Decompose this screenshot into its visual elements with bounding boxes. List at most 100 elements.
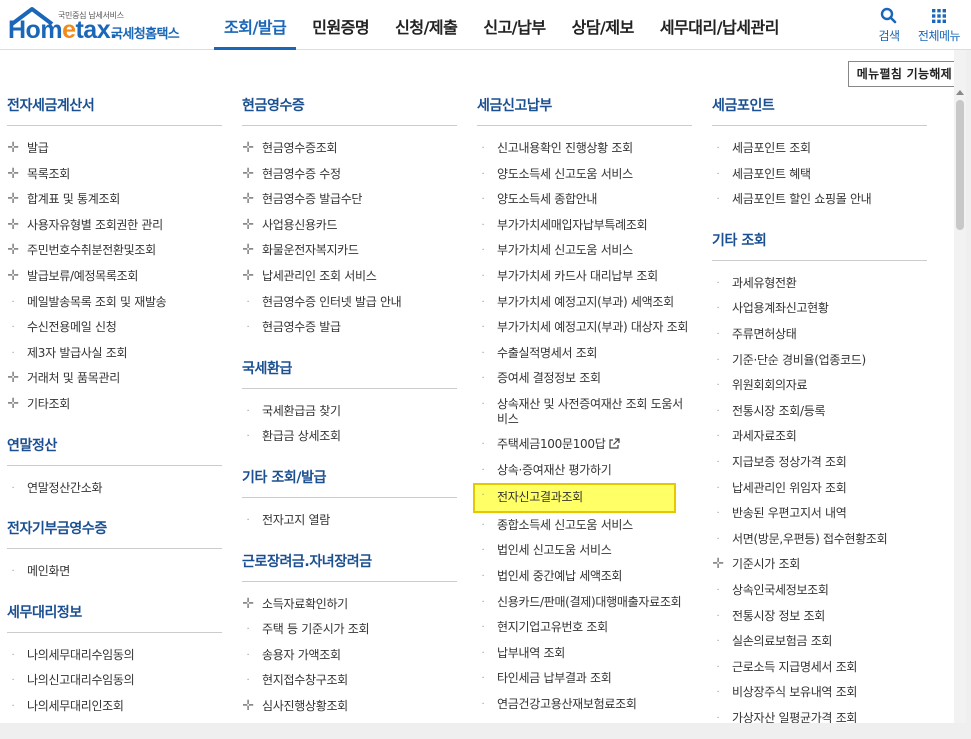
menu-item[interactable]: · 타인세금 납부결과 조회 [477,666,692,692]
menu-item[interactable]: ✛ 납세관리인 조회 서비스 [242,264,457,290]
menu-item[interactable]: · 송용자 가액조회 [242,643,457,669]
menu-item[interactable]: · 전통시장 정보 조회 [712,604,927,630]
menu-item[interactable]: · 전통시장 조회/등록 [712,399,927,425]
menu-item[interactable]: ✛ 합계표 및 통계조회 [7,187,222,213]
menu-item[interactable]: · 납부내역 조회 [477,641,692,667]
section-title[interactable]: 근로장려금.자녀장려금 [242,550,457,582]
menu-item[interactable]: · 양도소득세 종합안내 [477,187,692,213]
menu-item[interactable]: · 실손의료보험금 조회 [712,629,927,655]
section-title[interactable]: 연말정산 [7,434,222,466]
menu-item[interactable]: · 세금포인트 혜택 [712,162,927,188]
section-title[interactable]: 현금영수증 [242,94,457,126]
menu-item[interactable]: · 반송된 우편고지서 내역 [712,501,927,527]
menu-item[interactable]: · 부가가치세 신고도움 서비스 [477,238,692,264]
section-title[interactable]: 전자세금계산서 [7,94,222,126]
menu-item[interactable]: · 상속재산 및 사전증여재산 조회 도움서비스 [477,392,692,432]
menu-item[interactable]: · 세금포인트 할인 쇼핑몰 안내 [712,187,927,213]
menu-item[interactable]: · 세금포인트 조회 [712,136,927,162]
menu-item[interactable]: ✛ 화물운전자복지카드 [242,238,457,264]
menu-item[interactable]: · 현금영수증 발급 [242,315,457,341]
menu-item[interactable]: ✛ 현금영수증 발급수단 [242,187,457,213]
menu-item[interactable]: · 환급금 상세조회 [242,424,457,450]
menu-item[interactable]: ✛ 목록조회 [7,162,222,188]
menu-item[interactable]: ✛ 주민번호수취분전환및조회 [7,238,222,264]
menu-item[interactable]: ✛ 현금영수증조회 [242,136,457,162]
menu-item[interactable]: · 상속인국세정보조회 [712,578,927,604]
menu-item[interactable]: · 신용카드/판매(결제)대행매출자료조회 [477,590,692,616]
menu-item[interactable]: · 상속·증여재산 평가하기 [477,458,692,484]
menu-item[interactable]: ✛ 발급 [7,136,222,162]
nav-civil-certificate[interactable]: 민원증명 [302,0,379,50]
menu-item[interactable]: · 부가가치세 카드사 대리납부 조회 [477,264,692,290]
section-title[interactable]: 세금포인트 [712,94,927,126]
menu-item[interactable]: · 국세환급금 찾기 [242,399,457,425]
menu-item[interactable]: ✛ 심사진행상황조회 [242,694,457,720]
menu-item[interactable]: · 기준·단순 경비율(업종코드) [712,348,927,374]
nav-consult-tip[interactable]: 상담/제보 [562,0,644,50]
menu-item[interactable]: ✛ 사용자유형별 조회권한 관리 [7,213,222,239]
menu-item[interactable]: · 연말정산간소화 [7,476,222,502]
menu-item[interactable]: · 위원회회의자료 [712,373,927,399]
menu-item[interactable]: ✛ 기타조회 [7,392,222,418]
menu-item[interactable]: · 과세자료조회 [712,424,927,450]
menu-item[interactable]: ✛ 발급보류/예정목록조회 [7,264,222,290]
menu-item[interactable]: · 수출실적명세서 조회 [477,341,692,367]
all-menu-button[interactable]: 전체메뉴 [916,6,962,46]
section-title[interactable]: 기타 조회 [712,229,927,261]
menu-item[interactable]: · 양도소득세 신고도움 서비스 [477,162,692,188]
menu-item[interactable]: ✛ 소득자료확인하기 [242,592,457,618]
menu-item[interactable]: · 법인세 신고도움 서비스 [477,538,692,564]
menu-item[interactable]: · 주류면허상태 [712,322,927,348]
nav-application-submit[interactable]: 신청/제출 [385,0,467,50]
menu-item[interactable]: · 연금건강고용산재보험료조회 [477,692,692,718]
menu-item[interactable]: · 비상장주식 보유내역 조회 [712,680,927,706]
nav-tax-agent[interactable]: 세무대리/납세관리 [650,0,789,50]
menu-item[interactable]: · 현지기업고유번호 조회 [477,615,692,641]
menu-item[interactable]: · 종합소득세 신고도움 서비스 [477,513,692,539]
menu-item[interactable]: · 현지접수창구조회 [242,668,457,694]
menu-item[interactable]: · 주택 등 기준시가 조회 [242,617,457,643]
menu-item[interactable]: · 나의신고대리수임동의 [7,668,222,694]
section-title[interactable]: 세무대리정보 [7,601,222,633]
menu-item-highlighted[interactable]: · 전자신고결과조회 [473,483,676,513]
menu-item[interactable]: ✛ 기준시가 조회 [712,552,927,578]
scroll-up-arrow-icon[interactable] [956,90,964,95]
menu-item[interactable]: · 부가가치세 예정고지(부과) 대상자 조회 [477,315,692,341]
menu-item[interactable]: · 부가가치세매입자납부특례조회 [477,213,692,239]
bullet-dot-icon: · [11,566,15,578]
scrollbar-thumb[interactable] [956,100,964,230]
menu-item[interactable]: · 메일발송목록 조회 및 재발송 [7,290,222,316]
menu-item[interactable]: · 제3자 발급사실 조회 [7,341,222,367]
menu-item[interactable]: · 전자고지 열람 [242,508,457,534]
menu-item[interactable]: · 사업용계좌신고현황 [712,296,927,322]
menu-item[interactable]: · 납세관리인 위임자 조회 [712,476,927,502]
menu-item[interactable]: · 수신전용메일 신청 [7,315,222,341]
menu-item[interactable]: · 부가가치세 예정고지(부과) 세액조회 [477,290,692,316]
section-title[interactable]: 기타 조회/발급 [242,466,457,498]
search-button[interactable]: 검색 [866,6,912,46]
section-title[interactable]: 세금신고납부 [477,94,692,126]
menu-fold-toggle-button[interactable]: 메뉴펼침 기능해제 [847,61,961,87]
menu-item[interactable]: · 주택세금100문100답 [477,432,692,458]
menu-item[interactable]: · 증여세 결정정보 조회 [477,366,692,392]
menu-item[interactable]: ✛ 거래처 및 품목관리 [7,366,222,392]
bullet-dot-icon: · [246,649,250,661]
menu-item[interactable]: ✛ 사업용신용카드 [242,213,457,239]
menu-item[interactable]: · 나의세무대리인조회 [7,694,222,720]
menu-item[interactable]: · 과세유형전환 [712,271,927,297]
menu-item[interactable]: · 나의세무대리수임동의 [7,643,222,669]
menu-item[interactable]: · 법인세 중간예납 세액조회 [477,564,692,590]
section-title[interactable]: 전자기부금영수증 [7,517,222,550]
menu-item[interactable]: · 근로소득 지급명세서 조회 [712,655,927,681]
section-title[interactable]: 국세환급 [242,357,457,389]
menu-item[interactable]: · 현금영수증 인터넷 발급 안내 [242,290,457,316]
menu-item[interactable]: · 서면(방문,우편등) 접수현황조회 [712,527,927,553]
menu-item[interactable]: · 신고내용확인 진행상황 조회 [477,136,692,162]
nav-report-payment[interactable]: 신고/납부 [473,0,555,50]
hometax-logo[interactable]: 국민중심 납세서비스 Hometax. 국세청홈택스 [6,4,196,46]
menu-item-label: 타인세금 납부결과 조회 [497,671,612,686]
nav-inquiry-issue[interactable]: 조회/발급 [214,0,297,50]
menu-item[interactable]: ✛ 현금영수증 수정 [242,162,457,188]
menu-item[interactable]: · 지급보증 정상가격 조회 [712,450,927,476]
menu-item[interactable]: · 메인화면 [7,559,222,585]
